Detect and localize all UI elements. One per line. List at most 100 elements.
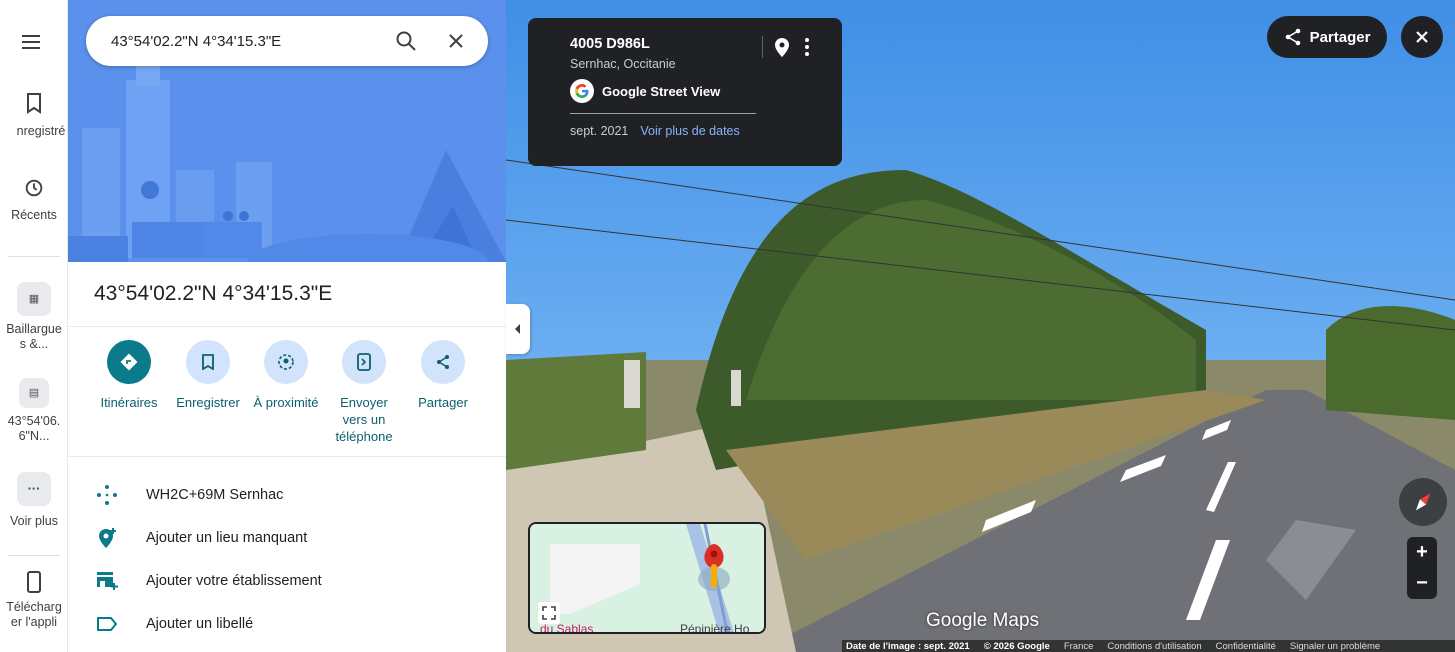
rail-divider (8, 256, 60, 257)
capture-date-row: sept. 2021 Voir plus de dates (570, 124, 842, 138)
bookmark-icon (186, 340, 230, 384)
rail-recent-label-1: Baillargue (6, 322, 62, 336)
close-icon (1416, 31, 1428, 43)
report-link[interactable]: Signaler un problème (1290, 641, 1380, 652)
add-business-row[interactable]: Ajouter votre établissement (94, 569, 494, 593)
send-label-1: Envoyer (340, 395, 388, 410)
rail-download-app[interactable]: Télécharg er l'appli (0, 570, 68, 630)
place-thumbnail: ▤ (19, 378, 49, 408)
zoom-controls: + − (1407, 537, 1437, 599)
share-icon (1285, 28, 1300, 46)
send-to-phone-button[interactable]: Envoyer vers un téléphone (325, 340, 403, 445)
add-missing-place-row[interactable]: Ajouter un lieu manquant (94, 526, 494, 550)
more-options-button[interactable] (800, 36, 814, 58)
google-maps-watermark: Google Maps (926, 610, 1040, 631)
maps-app: nregistré Récents ▦ Baillargue s &... ▤ … (0, 0, 1455, 652)
copyright: © 2026 Google (983, 640, 1050, 652)
plus-code-text: WH2C+69M Sernhac (146, 487, 284, 503)
rail-more-label: Voir plus (10, 514, 58, 528)
phone-icon (27, 571, 41, 593)
send-label-3: téléphone (335, 429, 393, 444)
menu-button[interactable] (19, 30, 43, 54)
zoom-in-button[interactable]: + (1416, 541, 1428, 564)
minimap-place-label-2: Pépinière Ho (680, 622, 750, 634)
street-view-brand: Google Street View (570, 79, 842, 103)
action-bar: Itinéraires Enregistrer À proximité Envo… (94, 340, 484, 450)
search-input[interactable] (111, 32, 391, 50)
rail-recent-label-1: 43°54'06. (7, 414, 61, 428)
pin-icon (775, 38, 789, 57)
label-icon (94, 612, 120, 636)
add-label-row[interactable]: Ajouter un libellé (94, 612, 494, 636)
add-location-icon (94, 526, 120, 550)
share-place-button[interactable]: Partager (404, 340, 482, 411)
send-to-phone-icon (342, 340, 386, 384)
add-label-text: Ajouter un libellé (146, 616, 254, 632)
street-view-info-card: 4005 D986L Sernhac, Occitanie Google Str… (528, 18, 842, 166)
close-icon (449, 34, 463, 48)
add-business-text: Ajouter votre établissement (146, 573, 322, 589)
divider (68, 456, 506, 457)
rail-recents[interactable]: Récents (0, 177, 68, 223)
place-title: 43°54'02.2"N 4°34'15.3"E (94, 282, 333, 305)
street-locality: Sernhac, Occitanie (570, 57, 676, 71)
minimap-map (530, 524, 764, 632)
add-business-icon (94, 569, 120, 593)
hamburger-icon (22, 35, 40, 49)
card-separator (762, 36, 763, 58)
google-logo-icon (570, 79, 594, 103)
share-icon (421, 340, 465, 384)
plus-code-icon (94, 483, 120, 507)
card-divider (570, 113, 756, 114)
add-missing-place-text: Ajouter un lieu manquant (146, 530, 308, 546)
street-view-brand-label: Google Street View (602, 83, 721, 99)
street-view[interactable]: 4005 D986L Sernhac, Occitanie Google Str… (506, 0, 1455, 652)
compass-button[interactable] (1399, 478, 1447, 526)
country-link[interactable]: France (1064, 641, 1094, 652)
rail-recent-baillargues[interactable]: ▦ Baillargue s &... (0, 282, 68, 352)
location-pin-button[interactable] (773, 36, 791, 58)
place-panel: 43°54'02.2"N 4°34'15.3"E Itinéraires Enr… (68, 0, 506, 652)
send-label-2: vers un (342, 412, 386, 427)
search-icon (396, 31, 416, 51)
minimap-place-label-1: du Sablas (540, 622, 594, 634)
collapse-panel-button[interactable] (506, 304, 530, 354)
share-button-label: Partager (1309, 28, 1371, 46)
clear-search-button[interactable] (444, 29, 468, 53)
minimap[interactable]: du Sablas Pépinière Ho (528, 522, 766, 634)
plus-code-row[interactable]: WH2C+69M Sernhac (94, 483, 494, 507)
image-date: Date de l'image : sept. 2021 (846, 640, 970, 652)
capture-date: sept. 2021 (570, 124, 629, 138)
expand-map-icon[interactable] (538, 602, 560, 624)
rail-download-label-2: er l'appli (10, 615, 58, 629)
nearby-label: À proximité (253, 395, 319, 410)
rail-download-label-1: Télécharg (6, 600, 62, 614)
search-button[interactable] (394, 29, 418, 53)
rail-recent-label-2: 6"N... (18, 429, 50, 443)
privacy-link[interactable]: Confidentialité (1216, 641, 1276, 652)
more-dates-link[interactable]: Voir plus de dates (640, 124, 739, 138)
close-street-view-button[interactable] (1401, 16, 1443, 58)
rail-more[interactable]: ··· Voir plus (0, 472, 68, 529)
nearby-button[interactable]: À proximité (247, 340, 325, 411)
terms-link[interactable]: Conditions d'utilisation (1107, 641, 1201, 652)
map-footer: Date de l'image : sept. 2021 © 2026 Goog… (842, 640, 1455, 652)
zoom-out-button[interactable]: − (1416, 572, 1428, 595)
kebab-menu-icon (805, 38, 809, 56)
left-rail: nregistré Récents ▦ Baillargue s &... ▤ … (0, 0, 68, 652)
directions-label: Itinéraires (100, 395, 158, 410)
more-dots-icon: ··· (17, 472, 51, 506)
rail-recents-label: Récents (11, 208, 57, 222)
directions-button[interactable]: Itinéraires (90, 340, 168, 411)
rail-recent-label-2: s &... (19, 337, 49, 351)
rail-saved[interactable]: nregistré (0, 92, 68, 139)
save-button[interactable]: Enregistrer (169, 340, 247, 411)
street-view-share-button[interactable]: Partager (1267, 16, 1387, 58)
rail-recent-coords[interactable]: ▤ 43°54'06. 6"N... (0, 378, 68, 444)
directions-icon (107, 340, 151, 384)
rail-saved-label: nregistré (16, 124, 66, 138)
rail-divider (8, 555, 60, 556)
chevron-left-icon (515, 324, 520, 334)
history-icon (25, 179, 43, 197)
bookmark-icon (27, 93, 41, 114)
